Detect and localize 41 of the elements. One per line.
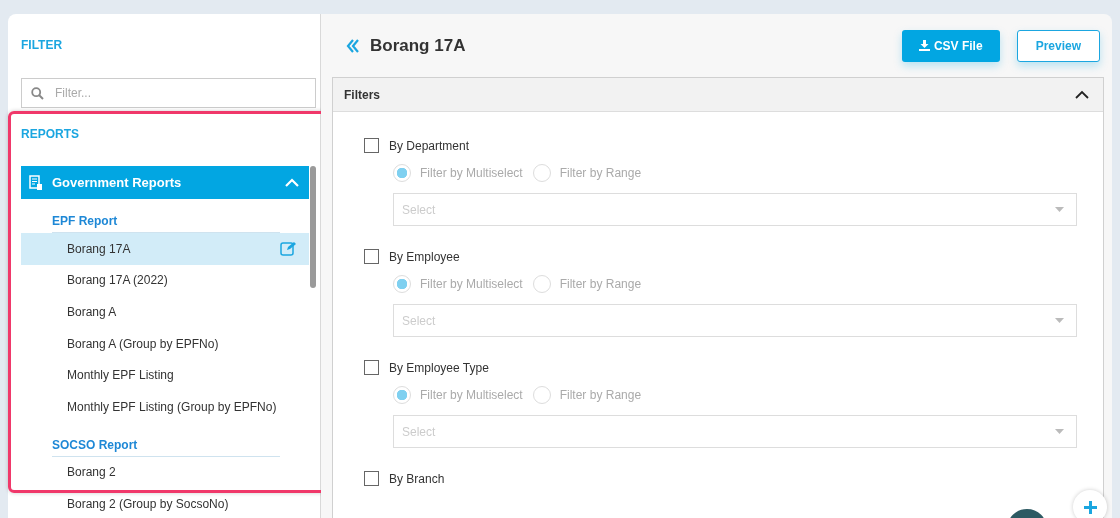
filter-heading: FILTER [21,38,63,52]
checkbox-label: By Employee [389,249,460,264]
radio-button[interactable] [393,164,411,182]
scrollbar[interactable] [310,166,316,288]
radio-button[interactable] [393,386,411,404]
panel-header[interactable]: Filters [333,78,1103,112]
radio-label: Filter by Range [559,277,642,291]
dropdown-arrow-icon [1055,207,1064,212]
reports-heading: REPORTS [21,127,79,141]
report-item[interactable]: Borang 2 (Group by SocsoNo) [21,488,309,518]
double-chevron-icon[interactable] [346,38,360,53]
report-item[interactable]: Borang 17A [21,233,309,265]
plus-icon [1083,500,1097,514]
radio-label: Filter by Multiselect [420,277,523,291]
checkbox[interactable] [364,138,379,153]
search-field[interactable]: Filter... [21,78,316,108]
checkbox-label: By Employee Type [389,360,489,375]
edit-icon[interactable] [280,241,297,257]
checkbox[interactable] [364,249,379,264]
radio-label: Filter by Multiselect [420,388,523,402]
report-item[interactable]: Borang A [21,296,309,328]
radio-label: Filter by Range [559,388,642,402]
checkbox-label: By Branch [389,471,445,486]
report-icon [29,174,43,191]
download-icon [918,40,930,51]
radio-label: Filter by Multiselect [420,166,523,180]
page-title: Borang 17A [370,35,466,56]
checkbox-label: By Department [389,138,470,153]
dropdown-arrow-icon [1055,429,1064,434]
report-item[interactable]: Borang A (Group by EPFNo) [21,327,309,360]
report-item[interactable]: Monthly EPF Listing (Group by EPFNo) [21,390,309,423]
report-item[interactable]: Monthly EPF Listing [21,359,309,391]
report-item[interactable]: Borang 2 [21,456,309,489]
checkbox[interactable] [364,360,379,375]
dropdown-arrow-icon [1055,318,1064,323]
radio-label: Filter by Range [559,166,642,180]
radio-button[interactable] [393,275,411,293]
search-icon [31,86,44,100]
report-item[interactable]: Borang 17A (2022) [21,264,309,297]
section-heading: SOCSO Report [52,422,280,457]
checkbox[interactable] [364,471,379,486]
